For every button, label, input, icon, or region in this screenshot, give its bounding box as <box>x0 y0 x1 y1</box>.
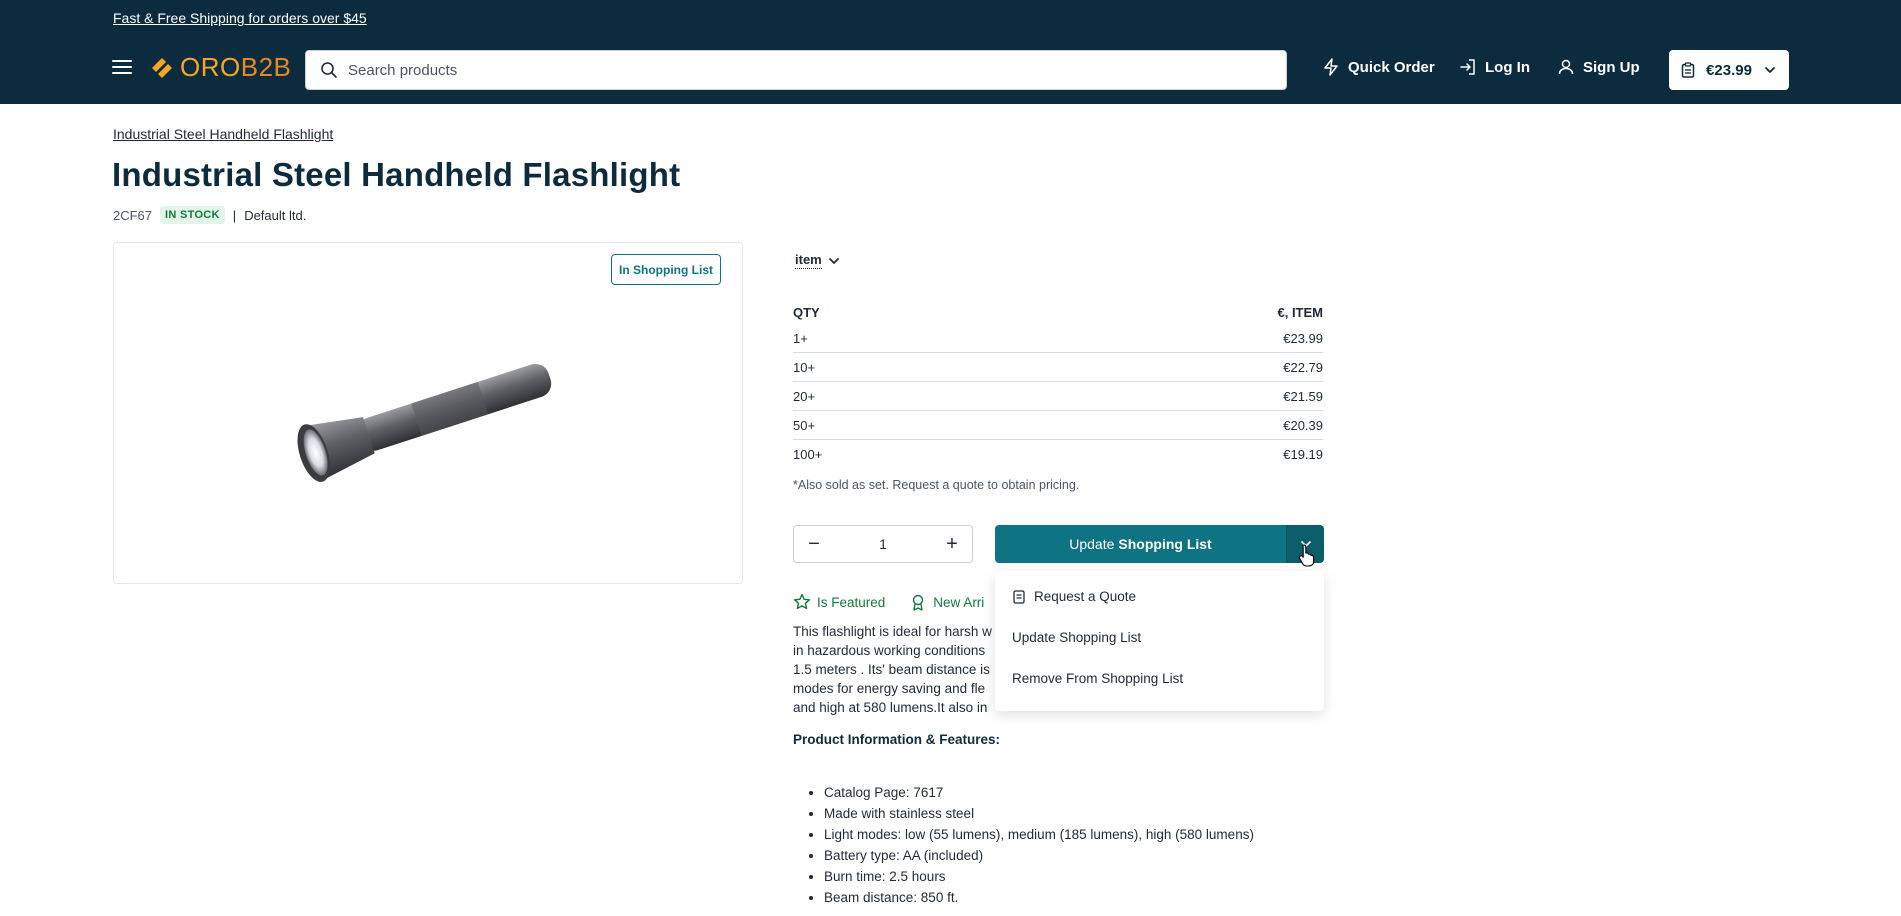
unit-selector[interactable]: item <box>795 252 840 269</box>
price-row-qty: 100+ <box>793 447 823 462</box>
search-bar[interactable] <box>305 50 1287 90</box>
price-row-qty: 20+ <box>793 388 816 404</box>
price-row-value: €20.39 <box>1283 417 1323 433</box>
increase-quantity-button[interactable]: + <box>942 534 962 554</box>
price-row: 50+ €20.39 <box>793 411 1323 440</box>
request-quote-item[interactable]: Request a Quote <box>1012 589 1136 604</box>
product-info-heading: Product Information & Features: <box>793 732 1001 747</box>
remove-from-shopping-list-label: Remove From Shopping List <box>1012 671 1184 686</box>
shopping-list-button[interactable]: €23.99 <box>1669 50 1789 90</box>
price-column-header: €, ITEM <box>1277 304 1323 320</box>
description-line: and high at 580 lumens.It also in <box>793 700 988 715</box>
price-table: QTY €, ITEM 1+ €23.99 10+ €22.79 20+ €21… <box>793 300 1323 469</box>
promo-link[interactable]: Fast & Free Shipping for orders over $45 <box>113 10 367 26</box>
update-button-target: Shopping List <box>1118 536 1212 552</box>
logo-mark-icon <box>152 57 172 78</box>
remove-from-shopping-list-item[interactable]: Remove From Shopping List <box>1012 671 1183 686</box>
feature-item: Light modes: low (55 lumens), medium (18… <box>824 824 1254 845</box>
feature-item: Made with stainless steel <box>824 803 1254 824</box>
clipboard-icon <box>1681 62 1695 78</box>
update-shopping-list-item[interactable]: Update Shopping List <box>1012 630 1141 645</box>
price-row: 100+ €19.19 <box>793 440 1323 469</box>
feature-item: Burn time: 2.5 hours <box>824 866 1254 887</box>
star-icon <box>793 593 811 610</box>
price-row: 20+ €21.59 <box>793 382 1323 411</box>
quick-order-label: Quick Order <box>1348 58 1435 76</box>
update-button-prefix: Update <box>1069 536 1115 552</box>
quick-order-link[interactable]: Quick Order <box>1322 58 1435 76</box>
lightning-icon <box>1324 58 1338 76</box>
chevron-down-icon <box>828 257 839 264</box>
quantity-input[interactable]: 1 <box>879 536 887 552</box>
site-logo[interactable]: OROB2B <box>148 52 291 83</box>
update-shopping-list-label: Update Shopping List <box>1012 630 1142 645</box>
login-icon <box>1460 59 1475 75</box>
featured-label: Is Featured <box>793 593 885 611</box>
set-pricing-note: *Also sold as set. Request a quote to ob… <box>793 478 1080 492</box>
user-icon <box>1558 59 1574 75</box>
price-row-value: €22.79 <box>1283 359 1323 375</box>
description-line: in hazardous working conditions <box>793 643 986 658</box>
decrease-quantity-button[interactable]: − <box>804 534 824 554</box>
price-row-qty: 1+ <box>793 330 808 346</box>
document-icon <box>1013 589 1025 604</box>
actions-dropdown-menu: Request a Quote Update Shopping List Rem… <box>995 571 1324 711</box>
unit-label: item <box>795 252 822 269</box>
description-line: 1.5 meters . Its' beam distance is <box>793 662 990 677</box>
price-row-qty: 50+ <box>793 417 816 433</box>
breadcrumb[interactable]: Industrial Steel Handheld Flashlight <box>113 126 333 142</box>
hamburger-menu-icon[interactable] <box>112 60 132 76</box>
product-description: This flashlight is ideal for harsh w in … <box>793 622 993 717</box>
login-link[interactable]: Log In <box>1459 58 1530 76</box>
request-quote-label: Request a Quote <box>1034 589 1137 604</box>
quantity-stepper[interactable]: − 1 + <box>793 525 973 563</box>
price-row-value: €21.59 <box>1283 388 1323 404</box>
signup-link[interactable]: Sign Up <box>1557 58 1640 76</box>
price-row-value: €23.99 <box>1283 330 1323 346</box>
new-arrival-label: New Arri <box>909 593 984 611</box>
product-image <box>297 363 552 482</box>
signup-label: Sign Up <box>1583 58 1640 76</box>
product-image-gallery[interactable] <box>113 242 743 584</box>
update-shopping-list-button[interactable]: Update Shopping List <box>995 525 1286 563</box>
description-line: This flashlight is ideal for harsh w <box>793 624 992 639</box>
login-label: Log In <box>1485 58 1530 76</box>
product-labels: Is Featured New Arri <box>793 593 984 611</box>
feature-list: Catalog Page: 7617 Made with stainless s… <box>793 782 1254 908</box>
feature-item: Battery type: AA (included) <box>824 845 1254 866</box>
price-row: 1+ €23.99 <box>793 324 1323 353</box>
featured-label-text: Is Featured <box>817 594 886 610</box>
cart-total: €23.99 <box>1706 61 1752 79</box>
search-icon <box>321 62 337 78</box>
price-row-qty: 10+ <box>793 359 816 375</box>
product-sku: 2CF67 <box>113 207 153 223</box>
price-row: 10+ €22.79 <box>793 353 1323 382</box>
chevron-down-icon <box>1765 67 1775 73</box>
logo-text: OROB2B <box>180 52 292 82</box>
description-line: modes for energy saving and fle <box>793 681 986 696</box>
site-header: Fast & Free Shipping for orders over $45… <box>0 0 1901 104</box>
price-row-value: €19.19 <box>1283 447 1323 462</box>
feature-item: Beam distance: 850 ft. <box>824 887 1254 908</box>
page-title: Industrial Steel Handheld Flashlight <box>112 156 681 193</box>
feature-item: Catalog Page: 7617 <box>824 782 1254 803</box>
new-arrival-label-text: New Arri <box>933 594 985 610</box>
price-table-header: QTY €, ITEM <box>793 300 1323 324</box>
stock-badge: IN STOCK <box>160 206 225 224</box>
meta-separator: | <box>232 207 237 223</box>
in-shopping-list-badge[interactable]: In Shopping List <box>611 254 721 285</box>
product-owner: Default ltd. <box>244 207 307 223</box>
search-input[interactable] <box>348 61 1286 79</box>
product-meta: 2CF67 IN STOCK | Default ltd. <box>113 206 306 224</box>
hand-cursor-icon <box>1298 544 1315 567</box>
award-icon <box>913 594 924 611</box>
qty-column-header: QTY <box>793 304 820 320</box>
